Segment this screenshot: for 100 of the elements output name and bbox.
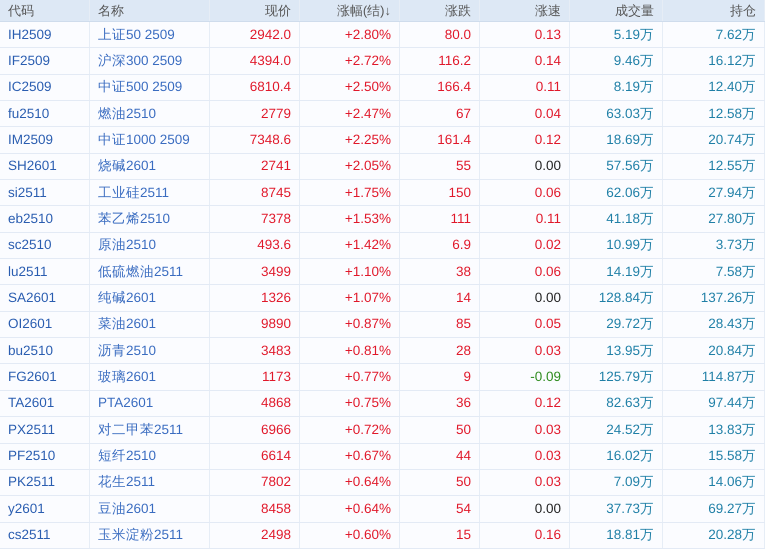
contract-name[interactable]: 豆油2601 (98, 498, 156, 519)
column-header[interactable]: 名称 (90, 0, 210, 21)
speed-cell-text: 0.00 (534, 157, 561, 176)
speed-cell-text: 0.04 (534, 104, 561, 123)
contract-name[interactable]: 原油2510 (98, 235, 156, 256)
contract-code[interactable]: sc2510 (8, 235, 52, 256)
volume-cell-text: 57.56万 (606, 157, 654, 176)
volume-cell-text: 18.69万 (606, 130, 654, 149)
price-cell-text: 2741 (260, 157, 291, 176)
change-percent-cell-text: +2.50% (344, 78, 391, 96)
open-interest-cell-text: 137.26万 (700, 288, 756, 307)
speed-cell-text: 0.14 (534, 52, 561, 70)
contract-name[interactable]: 烧碱2601 (98, 156, 156, 177)
change-percent-cell-text: +1.53% (344, 210, 391, 228)
price-cell-text: 2498 (260, 526, 291, 544)
change-cell-text: 80.0 (444, 26, 471, 44)
volume-cell-text: 10.99万 (606, 236, 654, 254)
contract-name[interactable]: 纯碱2601 (98, 288, 156, 308)
open-interest-cell-text: 12.58万 (708, 104, 756, 123)
change-percent-cell-text: +1.10% (344, 262, 391, 281)
contract-code[interactable]: IF2509 (8, 50, 50, 72)
contract-code[interactable]: OI2601 (8, 314, 52, 335)
change-cell-text: 9 (463, 368, 471, 386)
change-cell-text: 36 (456, 394, 471, 412)
column-header[interactable]: 涨跌 (400, 0, 480, 21)
open-interest-cell-text: 12.55万 (708, 157, 756, 176)
speed-cell-text: 0.12 (534, 394, 561, 412)
contract-code[interactable]: y2601 (8, 498, 45, 519)
change-percent-cell-text: +0.75% (344, 394, 391, 412)
contract-name[interactable]: 中证500 2509 (98, 77, 182, 98)
change-cell-text: 50 (456, 420, 471, 439)
column-header[interactable]: 现价 (210, 0, 300, 21)
speed-cell-text: 0.12 (534, 130, 561, 149)
change-percent-cell-text: +0.64% (344, 473, 391, 492)
speed-cell-text: 0.03 (534, 342, 561, 360)
contract-name[interactable]: 中证1000 2509 (98, 130, 190, 150)
open-interest-cell-text: 14.06万 (708, 473, 756, 492)
contract-code[interactable]: IH2509 (8, 24, 52, 45)
volume-cell-text: 13.95万 (606, 342, 654, 360)
contract-name[interactable]: PTA2601 (98, 393, 154, 414)
volume-cell-text: 37.73万 (606, 500, 654, 518)
contract-code[interactable]: cs2511 (8, 525, 51, 546)
speed-cell-text: 0.03 (534, 447, 561, 466)
volume-cell-text: 24.52万 (606, 420, 654, 439)
volume-cell-text: 16.02万 (606, 447, 654, 466)
change-cell-text: 166.4 (437, 78, 471, 96)
contract-name[interactable]: 上证50 2509 (98, 24, 175, 45)
open-interest-cell-text: 20.74万 (708, 130, 756, 149)
contract-name[interactable]: 花生2511 (98, 472, 156, 493)
change-cell-text: 14 (456, 288, 471, 307)
contract-code[interactable]: PF2510 (8, 446, 56, 466)
contract-name[interactable]: 对二甲苯2511 (98, 420, 184, 440)
volume-cell-text: 41.18万 (606, 210, 654, 228)
contract-code[interactable]: lu2511 (8, 262, 48, 282)
contract-name[interactable]: 燃油2510 (98, 104, 156, 124)
contract-code[interactable]: si2511 (8, 182, 47, 203)
open-interest-cell-text: 20.28万 (708, 526, 756, 544)
column-header[interactable]: 涨速 (480, 0, 570, 21)
open-interest-cell-text: 28.43万 (708, 315, 756, 334)
change-percent-cell-text: +0.64% (344, 500, 391, 518)
contract-name[interactable]: 工业硅2511 (98, 182, 170, 203)
change-cell-text: 116.2 (438, 52, 471, 70)
contract-code[interactable]: SH2601 (8, 156, 57, 177)
contract-code[interactable]: fu2510 (8, 104, 50, 124)
column-header[interactable]: 成交量 (570, 0, 663, 21)
speed-cell-text: 0.00 (534, 288, 561, 307)
contract-code[interactable]: PK2511 (8, 472, 56, 493)
change-cell-text: 67 (456, 104, 471, 123)
contract-code[interactable]: IC2509 (8, 77, 52, 98)
change-cell-text: 85 (456, 315, 471, 334)
volume-cell-text: 9.46万 (614, 52, 654, 70)
contract-name[interactable]: 短纤2510 (98, 446, 156, 466)
change-percent-cell-text: +0.60% (344, 526, 391, 544)
price-cell-text: 4394.0 (250, 52, 291, 70)
volume-cell-text: 125.79万 (598, 368, 654, 386)
contract-code[interactable]: SA2601 (8, 288, 56, 308)
column-header[interactable]: 涨幅(结)↓ (300, 0, 400, 21)
price-cell-text: 3499 (260, 262, 291, 281)
contract-name[interactable]: 沥青2510 (98, 340, 156, 361)
column-header[interactable]: 代码 (0, 0, 90, 21)
contract-name[interactable]: 玻璃2601 (98, 367, 156, 388)
contract-name[interactable]: 沪深300 2509 (98, 50, 182, 72)
contract-code[interactable]: bu2510 (8, 340, 54, 361)
contract-name[interactable]: 玉米淀粉2511 (98, 525, 184, 546)
price-cell-text: 3483 (260, 342, 291, 360)
contract-name[interactable]: 低硫燃油2511 (98, 262, 184, 282)
column-header[interactable]: 持仓 (663, 0, 765, 21)
contract-name[interactable]: 菜油2601 (98, 314, 156, 335)
change-percent-cell-text: +2.47% (344, 104, 391, 123)
contract-code[interactable]: TA2601 (8, 393, 54, 414)
speed-cell-text: 0.03 (534, 473, 561, 492)
contract-code[interactable]: FG2601 (8, 367, 57, 388)
contract-name[interactable]: 苯乙烯2510 (98, 208, 170, 230)
open-interest-cell-text: 12.40万 (708, 78, 756, 96)
contract-code[interactable]: PX2511 (8, 420, 56, 440)
change-percent-cell-text: +2.80% (344, 26, 391, 44)
contract-code[interactable]: IM2509 (8, 130, 54, 150)
change-percent-cell-text: +1.75% (344, 184, 391, 202)
open-interest-cell-text: 69.27万 (708, 500, 756, 518)
contract-code[interactable]: eb2510 (8, 208, 54, 230)
